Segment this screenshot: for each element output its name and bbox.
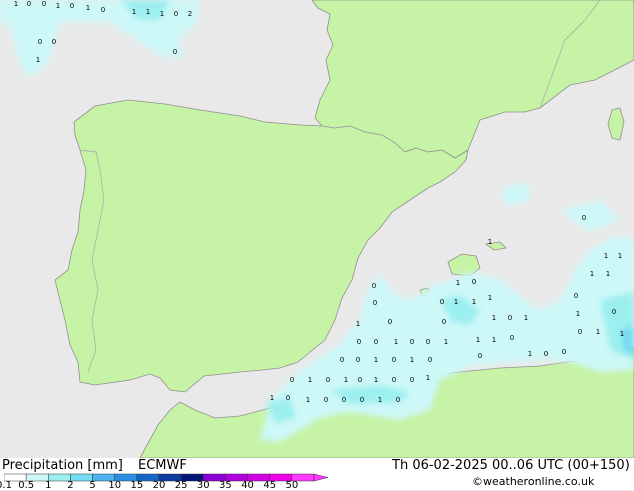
precip-marker: 0 <box>374 338 378 346</box>
precip-marker: 0 <box>392 376 396 384</box>
precip-marker: 0 <box>574 292 578 300</box>
precip-marker: 0 <box>510 334 514 342</box>
precip-marker: 1 <box>606 270 610 278</box>
precip-marker: 1 <box>410 356 414 364</box>
precip-marker: 1 <box>456 279 460 287</box>
legend-tick-label: 20 <box>152 480 166 491</box>
precip-marker: 0 <box>101 6 105 14</box>
precip-marker: 0 <box>544 350 548 358</box>
precip-marker: 1 <box>14 0 18 8</box>
precip-marker: 1 <box>344 376 348 384</box>
precip-marker: 0 <box>582 214 586 222</box>
precip-marker: 1 <box>426 374 430 382</box>
legend-tick-label: 50 <box>285 480 299 491</box>
precip-marker: 0 <box>373 299 377 307</box>
precip-marker: 1 <box>270 394 274 402</box>
precip-marker: 1 <box>308 376 312 384</box>
precip-marker: 1 <box>132 8 136 16</box>
precip-marker: 0 <box>578 328 582 336</box>
legend-tick-label: 0.5 <box>18 480 35 491</box>
precip-marker: 0 <box>360 396 364 404</box>
precip-marker: 0 <box>27 0 31 8</box>
precip-marker: 0 <box>286 394 290 402</box>
precip-marker: 0 <box>290 376 294 384</box>
precip-marker: 1 <box>444 338 448 346</box>
legend-tick-label: 25 <box>174 480 188 491</box>
precip-marker: 0 <box>478 352 482 360</box>
precip-marker: 1 <box>618 252 622 260</box>
precip-marker: 1 <box>356 320 360 328</box>
precip-marker: 0 <box>428 356 432 364</box>
precip-marker: 0 <box>358 376 362 384</box>
precip-marker: 1 <box>596 328 600 336</box>
model-name: ECMWF <box>138 458 187 473</box>
precip-marker: 0 <box>173 48 177 56</box>
precip-marker: 0 <box>340 356 344 364</box>
precip-marker: 0 <box>562 348 566 356</box>
precip-marker: 0 <box>52 38 56 46</box>
map-title: Precipitation [mm] <box>2 458 123 473</box>
precip-marker: 1 <box>604 252 608 260</box>
precip-marker: 1 <box>488 238 492 246</box>
legend-tick-label: 30 <box>196 480 210 491</box>
precip-marker: 0 <box>508 314 512 322</box>
legend-tick-label: 1 <box>45 480 52 491</box>
precip-marker: 1 <box>374 376 378 384</box>
precipitation-map: 1 0 0 1 0 1 0 1 1 1 0 2 0 0 1 0 0 1 0 0 1 0 1 0 1 1 0 1 0 1 0 1 0 0 1 0 0 1 1 1… <box>0 0 634 458</box>
precip-marker: 1 <box>394 338 398 346</box>
legend-tick-label: 5 <box>89 480 96 491</box>
precip-marker: 1 <box>306 396 310 404</box>
legend-tick-label: 15 <box>130 480 144 491</box>
precip-marker: 1 <box>454 298 458 306</box>
precip-marker: 0 <box>174 10 178 18</box>
precip-marker: 0 <box>357 338 361 346</box>
precip-marker: 0 <box>392 356 396 364</box>
precip-marker: 1 <box>476 336 480 344</box>
legend-tick-label: 0.1 <box>0 480 12 491</box>
legend-tick-label: 45 <box>263 480 277 491</box>
precip-marker: 0 <box>388 318 392 326</box>
precip-marker: 1 <box>146 8 150 16</box>
precip-marker: 1 <box>492 314 496 322</box>
precip-marker: 0 <box>324 396 328 404</box>
precip-marker: 0 <box>410 338 414 346</box>
precip-marker: 0 <box>326 376 330 384</box>
precip-marker: 0 <box>612 308 616 316</box>
precip-marker: 0 <box>70 2 74 10</box>
precip-marker: 1 <box>86 4 90 12</box>
precip-marker: 0 <box>342 396 346 404</box>
precip-marker: 1 <box>528 350 532 358</box>
credit-text: ©weatheronline.co.uk <box>472 475 595 488</box>
precip-marker: 0 <box>356 356 360 364</box>
precip-marker: 1 <box>374 356 378 364</box>
precip-marker: 0 <box>472 278 476 286</box>
precip-marker: 0 <box>372 282 376 290</box>
precip-marker: 0 <box>426 338 430 346</box>
legend-ticks: 0.10.5125101520253035404550 <box>0 480 330 491</box>
precip-marker: 0 <box>442 318 446 326</box>
map-footer: Precipitation [mm] ECMWF Th 06-02-2025 0… <box>0 458 634 491</box>
legend-tick-label: 10 <box>108 480 122 491</box>
precip-marker: 1 <box>488 294 492 302</box>
precip-marker: 0 <box>396 396 400 404</box>
precip-marker: 1 <box>620 330 624 338</box>
precip-marker: 1 <box>576 310 580 318</box>
precip-marker: 0 <box>410 376 414 384</box>
precip-marker: 1 <box>36 56 40 64</box>
valid-time: Th 06-02-2025 00..06 UTC (00+150) <box>392 458 630 473</box>
precip-marker: 1 <box>492 336 496 344</box>
legend-tick-label: 35 <box>219 480 232 491</box>
precip-marker: 1 <box>56 2 60 10</box>
precip-marker: 1 <box>590 270 594 278</box>
precip-marker: 0 <box>440 298 444 306</box>
precip-marker: 0 <box>42 0 46 8</box>
precip-marker: 1 <box>378 396 382 404</box>
legend-tick-label: 40 <box>241 480 254 491</box>
precip-marker: 1 <box>524 314 528 322</box>
precip-marker: 0 <box>38 38 42 46</box>
precip-marker: 1 <box>472 298 476 306</box>
precip-marker: 1 <box>160 10 164 18</box>
precip-marker: 2 <box>188 10 192 18</box>
legend-tick-label: 2 <box>67 480 74 491</box>
